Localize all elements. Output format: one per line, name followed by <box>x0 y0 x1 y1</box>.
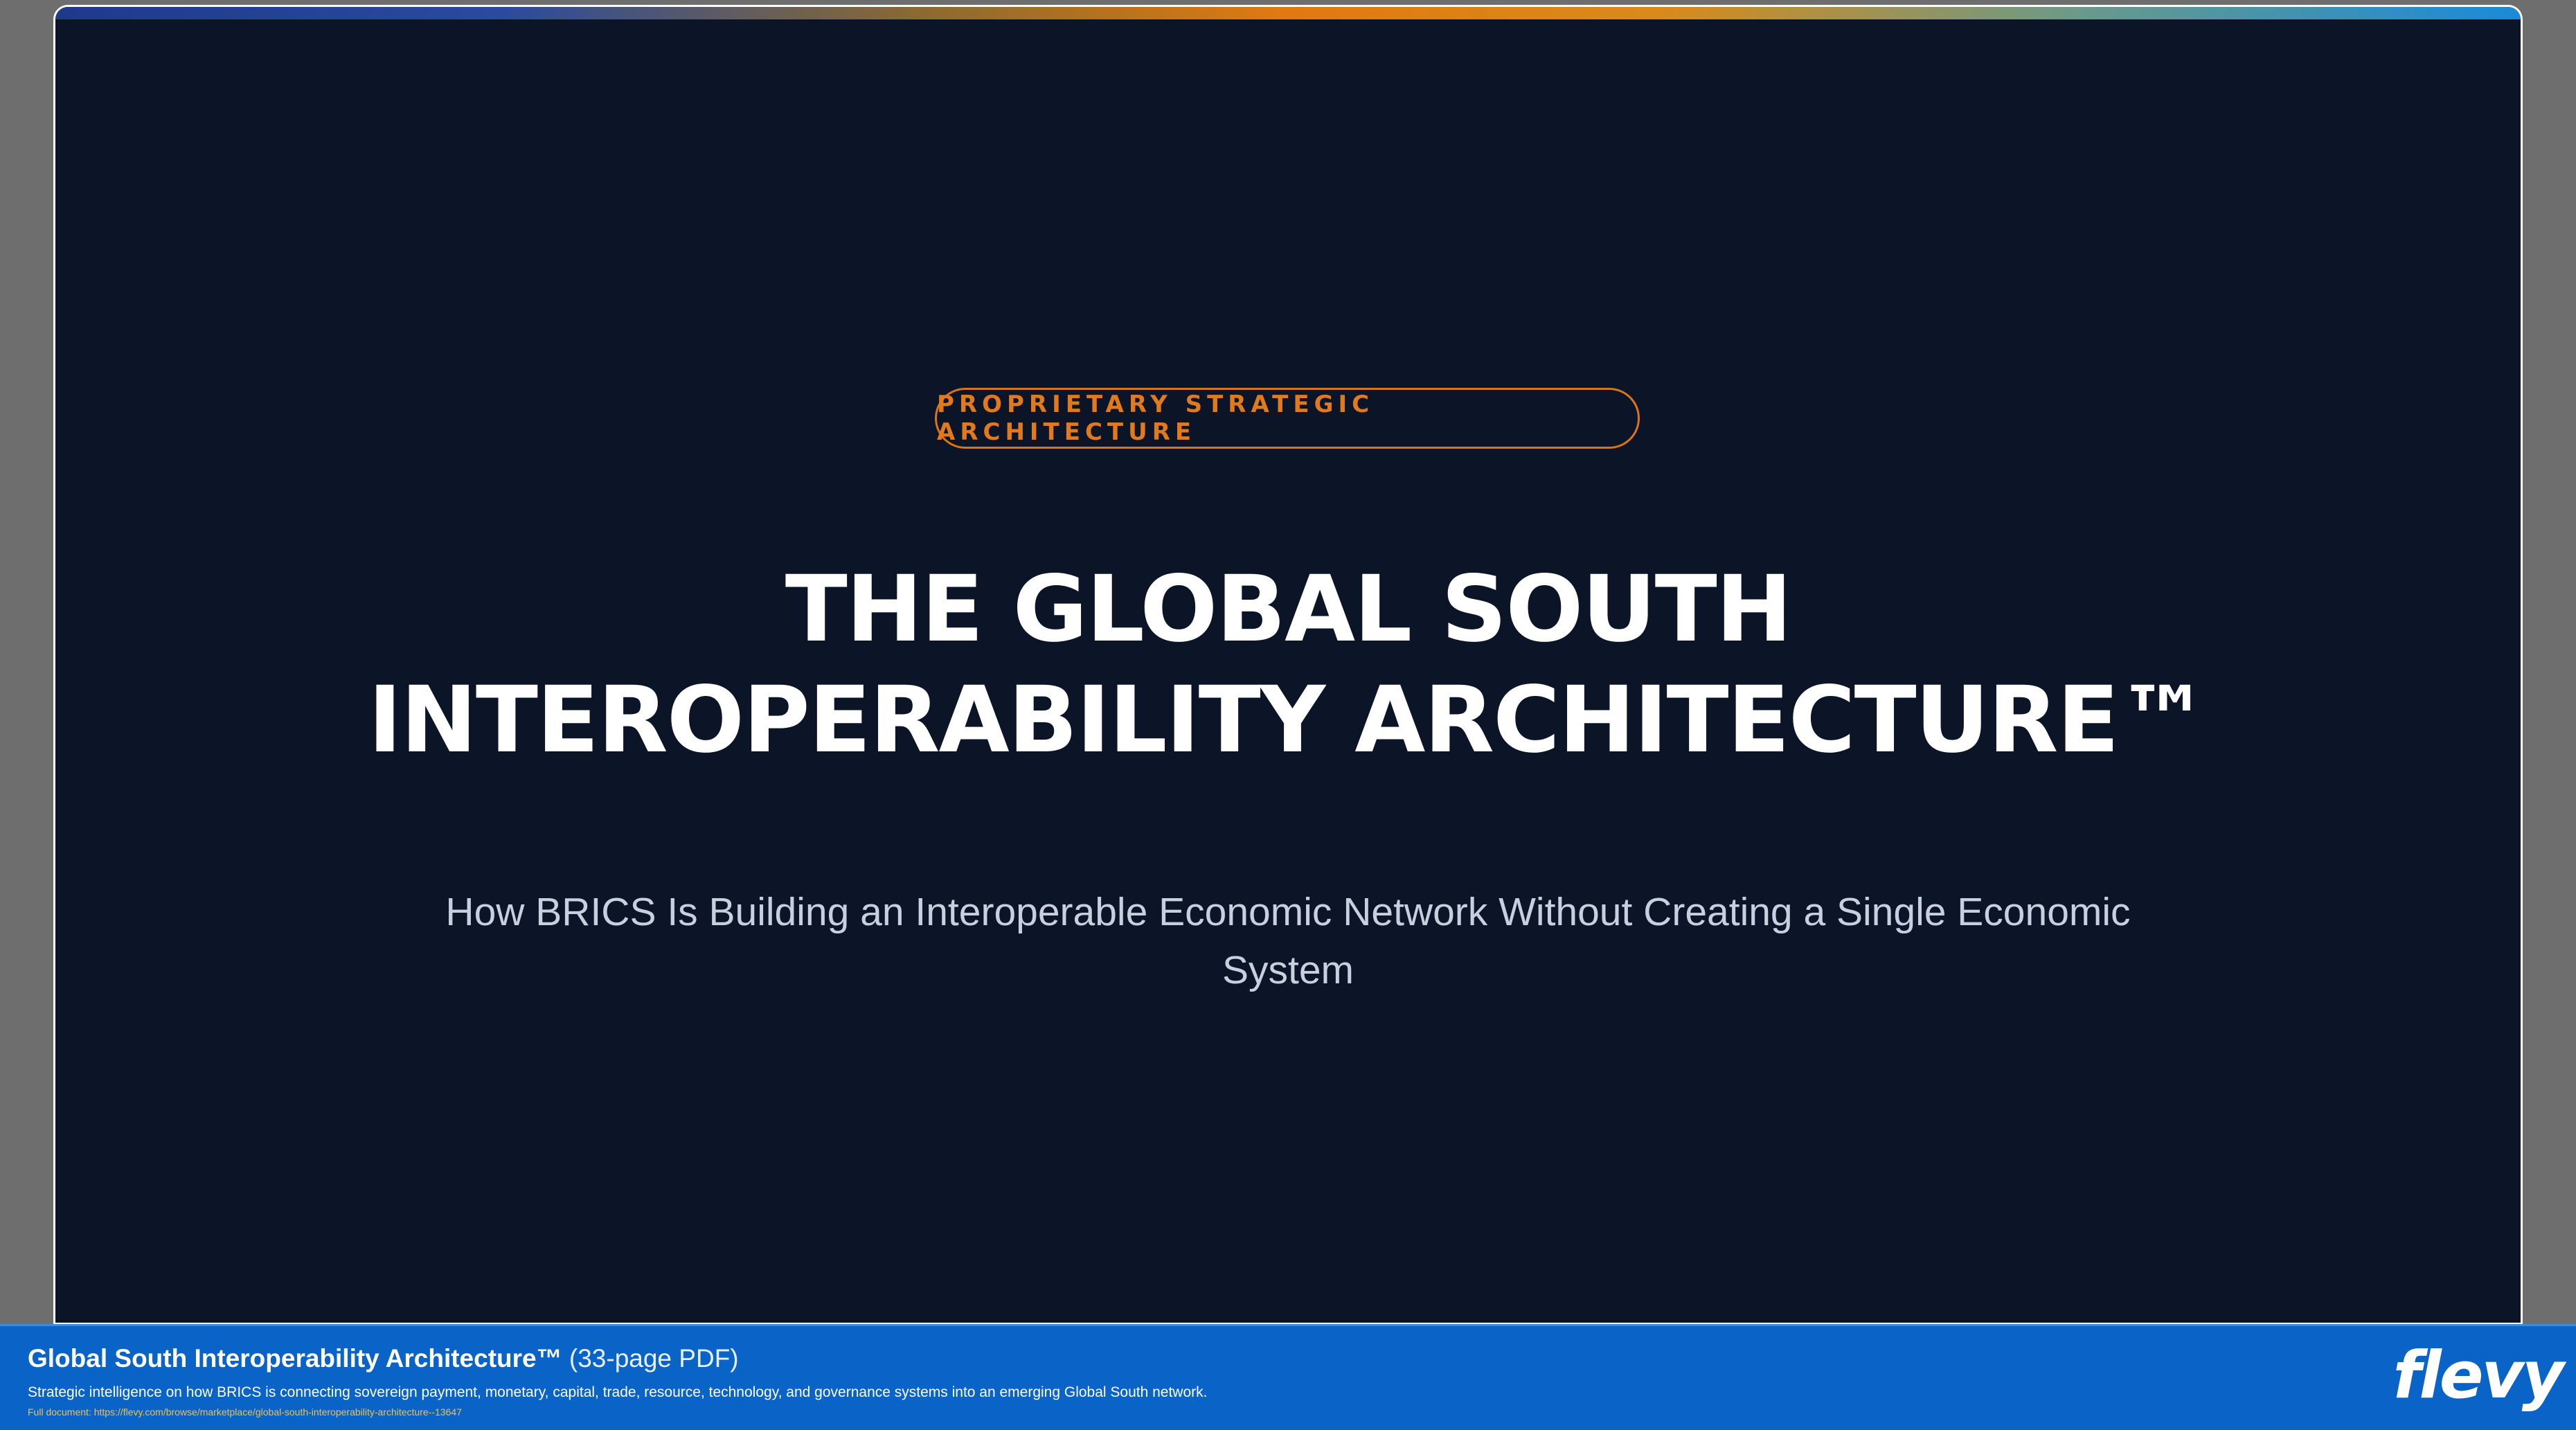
flevy-logo[interactable]: flevy <box>2393 1341 2564 1411</box>
document-link[interactable]: Full document: https://flevy.com/browse/… <box>28 1406 462 1418</box>
document-title: Global South Interoperability Architectu… <box>28 1344 739 1373</box>
slide-title: THE GLOBAL SOUTH INTEROPERABILITY ARCHIT… <box>55 554 2521 776</box>
accent-gradient-bar <box>55 7 2521 19</box>
slide-subtitle: How BRICS Is Building an Interoperable E… <box>445 890 2131 992</box>
document-description: Strategic intelligence on how BRICS is c… <box>28 1384 1208 1400</box>
slide-title-line-2: INTEROPERABILITY ARCHITECTURE™ <box>368 667 2209 774</box>
document-name: Global South Interoperability Architectu… <box>28 1344 562 1373</box>
document-info-bar: Global South Interoperability Architectu… <box>0 1324 2576 1430</box>
page-count: (33-page PDF) <box>569 1344 739 1373</box>
category-badge: PROPRIETARY STRATEGIC ARCHITECTURE <box>935 388 1640 449</box>
slide-title-line-1: THE GLOBAL SOUTH <box>785 556 1792 663</box>
viewer-stage: PROPRIETARY STRATEGIC ARCHITECTURE THE G… <box>0 0 2576 1430</box>
slide-cover: PROPRIETARY STRATEGIC ARCHITECTURE THE G… <box>55 7 2521 1323</box>
